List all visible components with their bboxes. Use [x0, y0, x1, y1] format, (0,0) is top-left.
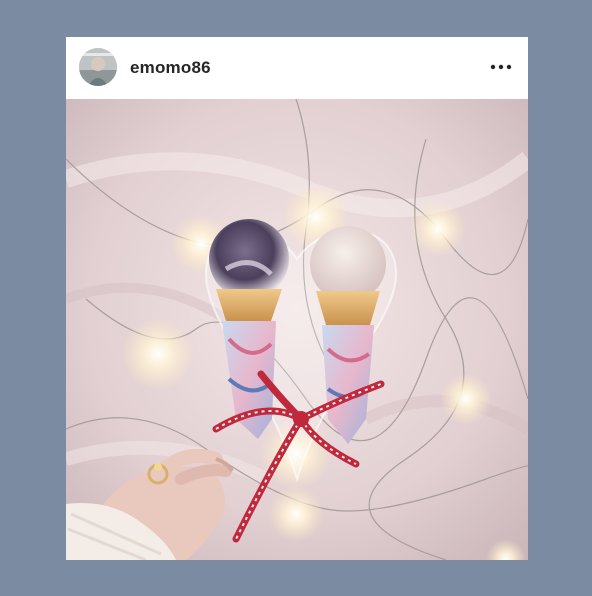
username[interactable]: emomo86 [130, 58, 211, 78]
photo-canvas [66, 99, 528, 560]
avatar-image [79, 48, 117, 86]
post-header: emomo86 [66, 37, 528, 99]
more-options-button[interactable] [488, 54, 514, 80]
more-horizontal-icon [490, 64, 512, 70]
post-photo[interactable] [66, 99, 528, 560]
post-card: emomo86 [66, 37, 528, 560]
avatar[interactable] [79, 48, 117, 86]
